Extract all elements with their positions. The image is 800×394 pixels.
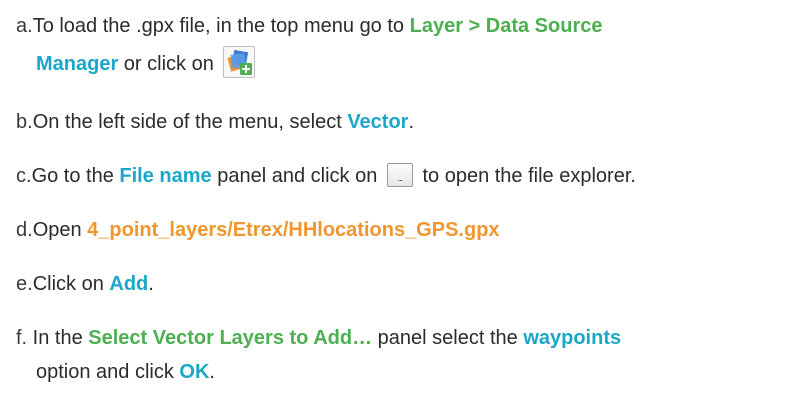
step-text: panel select the <box>372 327 524 349</box>
step-text: To load the .gpx file, in the top menu g… <box>32 15 410 37</box>
step-text: option and click <box>36 361 180 383</box>
browse-button-label: ... <box>397 173 404 183</box>
step-b: b.On the left side of the menu, select V… <box>16 106 794 138</box>
step-text: Go to the <box>31 165 120 187</box>
waypoints-highlight: waypoints <box>523 327 622 349</box>
step-text: or click on <box>118 53 220 75</box>
step-text: Open <box>32 219 88 241</box>
step-d: d.Open 4_point_layers/Etrex/HHlocations_… <box>16 214 794 246</box>
step-text: panel and click on <box>211 165 383 187</box>
data-source-manager-icon <box>223 46 256 78</box>
step-a: a.To load the .gpx file, in the top menu… <box>16 10 794 42</box>
step-letter: a. <box>16 15 33 37</box>
step-text: . <box>148 273 154 295</box>
step-c: c.Go to the File name panel and click on… <box>16 160 794 192</box>
step-a-continued: Manager or click on <box>16 46 794 80</box>
file-path-highlight: 4_point_layers/Etrex/HHlocations_GPS.gpx <box>87 219 500 241</box>
step-text: . <box>209 361 215 383</box>
vector-highlight: Vector <box>347 111 409 133</box>
step-letter: c. <box>16 165 32 187</box>
add-highlight: Add <box>109 273 149 295</box>
step-f: f. In the Select Vector Layers to Add… p… <box>16 322 794 354</box>
instructions-document: a.To load the .gpx file, in the top menu… <box>0 0 800 394</box>
step-text: On the left side of the menu, select <box>32 111 348 133</box>
step-letter: d. <box>16 219 33 241</box>
step-f-continued: option and click OK. <box>16 356 794 388</box>
browse-button: ... <box>386 163 413 187</box>
step-letter: f. <box>16 327 28 349</box>
step-letter: b. <box>16 111 33 133</box>
step-text: to open the file explorer. <box>416 165 636 187</box>
menu-path: Layer > Data Source <box>409 15 603 37</box>
step-e: e.Click on Add. <box>16 268 794 300</box>
file-name-highlight: File name <box>119 165 212 187</box>
ok-highlight: OK <box>179 361 210 383</box>
step-letter: e. <box>16 273 33 295</box>
step-text: . <box>408 111 415 133</box>
step-text: In the <box>27 327 89 349</box>
select-vector-layers-highlight: Select Vector Layers to Add… <box>88 327 373 349</box>
step-text: Click on <box>32 273 110 295</box>
menu-path-cont: Manager <box>36 53 119 75</box>
